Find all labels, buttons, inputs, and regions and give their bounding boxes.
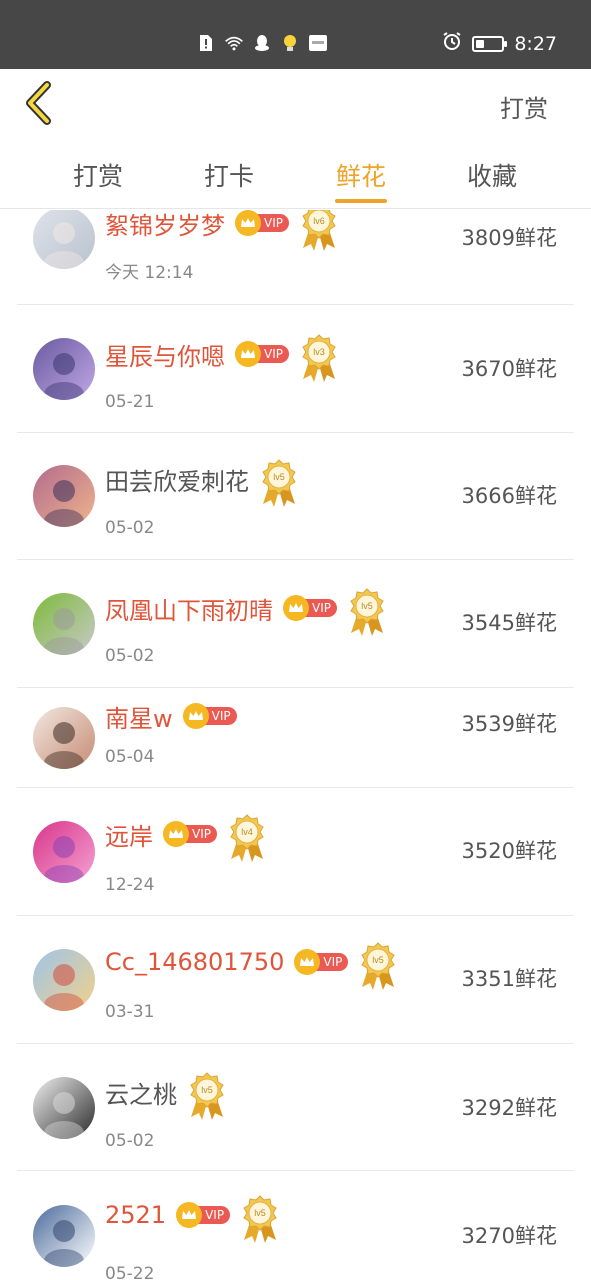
vip-badge: VIP bbox=[163, 821, 217, 847]
timestamp: 05-02 bbox=[105, 1131, 155, 1151]
tab-flowers[interactable]: 鲜花 bbox=[306, 157, 416, 193]
qq-icon bbox=[252, 33, 272, 53]
flower-count: 3351鲜花 bbox=[461, 967, 557, 991]
tab-favorites[interactable]: 收藏 bbox=[437, 157, 547, 193]
crown-icon bbox=[182, 703, 209, 729]
vip-badge: VIP bbox=[182, 703, 237, 729]
crown-icon bbox=[283, 595, 309, 621]
alarm-icon bbox=[442, 31, 462, 56]
status-icons bbox=[196, 33, 328, 53]
level-medal-icon: lv6 bbox=[299, 210, 339, 252]
crown-icon bbox=[176, 1202, 203, 1228]
level-medal-icon: lv5 bbox=[358, 941, 398, 991]
avatar[interactable] bbox=[33, 1077, 95, 1139]
avatar[interactable] bbox=[33, 338, 95, 400]
avatar[interactable] bbox=[33, 821, 95, 883]
tab-checkin[interactable]: 打卡 bbox=[174, 157, 284, 193]
list-item[interactable]: 2521 VIP lv5 05-22 3270鲜花 bbox=[17, 1171, 574, 1280]
list-item[interactable]: 田芸欣爱刺花 lv5 05-02 3666鲜花 bbox=[17, 433, 574, 560]
username[interactable]: 凤凰山下雨初晴 bbox=[105, 591, 273, 626]
chevron-left-icon bbox=[20, 81, 60, 129]
crown-icon bbox=[163, 821, 189, 847]
flower-count: 3809鲜花 bbox=[461, 226, 557, 250]
reward-action-button[interactable]: 打赏 bbox=[500, 89, 548, 124]
flower-count: 3539鲜花 bbox=[461, 712, 557, 736]
crown-icon bbox=[235, 210, 261, 236]
vip-badge: VIP bbox=[176, 1202, 231, 1228]
app-icon bbox=[308, 33, 328, 53]
username[interactable]: 2521 bbox=[105, 1201, 166, 1229]
timestamp: 今天 12:14 bbox=[105, 263, 194, 283]
timestamp: 05-21 bbox=[105, 392, 155, 412]
wifi-icon bbox=[224, 33, 244, 53]
level-medal-icon: lv5 bbox=[240, 1194, 280, 1244]
username[interactable]: 田芸欣爱刺花 bbox=[105, 462, 249, 497]
flower-count: 3520鲜花 bbox=[461, 839, 557, 863]
tab-reward[interactable]: 打赏 bbox=[43, 157, 153, 193]
list-item[interactable]: 南星w VIP 05-04 3539鲜花 bbox=[17, 688, 574, 788]
flower-count: 3292鲜花 bbox=[461, 1096, 557, 1120]
flower-count: 3545鲜花 bbox=[461, 611, 557, 635]
vip-badge: VIP bbox=[235, 210, 289, 236]
vip-badge: VIP bbox=[294, 949, 349, 975]
level-label: lv5 bbox=[254, 1208, 266, 1218]
flower-count: 3666鲜花 bbox=[461, 484, 557, 508]
avatar[interactable] bbox=[33, 949, 95, 1011]
vip-badge: VIP bbox=[235, 341, 289, 367]
status-time: 8:27 bbox=[514, 32, 557, 55]
flower-ranking-list: 絮锦岁岁梦 VIP lv6 今天 12:14 3809鲜花 星辰与你嗯 VIP lv… bbox=[0, 210, 591, 1280]
crown-icon bbox=[235, 341, 261, 367]
nav-bar: 打赏 bbox=[0, 69, 591, 139]
level-label: lv5 bbox=[373, 955, 385, 965]
avatar[interactable] bbox=[33, 593, 95, 655]
level-medal-icon: lv5 bbox=[347, 587, 387, 637]
timestamp: 05-04 bbox=[105, 747, 155, 767]
level-medal-icon: lv5 bbox=[187, 1071, 227, 1121]
status-bar: 8:27 bbox=[0, 0, 591, 69]
avatar[interactable] bbox=[33, 707, 95, 769]
timestamp: 05-02 bbox=[105, 518, 155, 538]
flower-count: 3670鲜花 bbox=[461, 357, 557, 381]
timestamp: 05-02 bbox=[105, 646, 155, 666]
avatar[interactable] bbox=[33, 465, 95, 527]
username[interactable]: 星辰与你嗯 bbox=[105, 337, 225, 372]
level-label: lv6 bbox=[313, 216, 325, 226]
username[interactable]: Cc_146801750 bbox=[105, 948, 284, 976]
avatar[interactable] bbox=[33, 210, 95, 269]
timestamp: 05-22 bbox=[105, 1264, 155, 1280]
flower-count: 3270鲜花 bbox=[461, 1224, 557, 1248]
list-item[interactable]: Cc_146801750 VIP lv5 03-31 3351鲜花 bbox=[17, 916, 574, 1044]
level-medal-icon: lv4 bbox=[227, 813, 267, 863]
list-item[interactable]: 絮锦岁岁梦 VIP lv6 今天 12:14 3809鲜花 bbox=[17, 210, 574, 305]
timestamp: 03-31 bbox=[105, 1002, 155, 1022]
username[interactable]: 絮锦岁岁梦 bbox=[105, 210, 225, 241]
list-item[interactable]: 凤凰山下雨初晴 VIP lv5 05-02 3545鲜花 bbox=[17, 560, 574, 688]
battery-icon bbox=[472, 35, 508, 52]
active-tab-indicator bbox=[335, 199, 387, 203]
vip-badge: VIP bbox=[283, 595, 337, 621]
level-label: lv3 bbox=[313, 347, 325, 357]
username[interactable]: 南星w bbox=[105, 699, 173, 734]
level-label: lv4 bbox=[241, 827, 253, 837]
avatar[interactable] bbox=[33, 1205, 95, 1267]
list-item[interactable]: 星辰与你嗯 VIP lv3 05-21 3670鲜花 bbox=[17, 306, 574, 433]
back-button[interactable] bbox=[20, 81, 60, 125]
list-item[interactable]: 云之桃 lv5 05-02 3292鲜花 bbox=[17, 1044, 574, 1171]
username[interactable]: 云之桃 bbox=[105, 1075, 177, 1110]
timestamp: 12-24 bbox=[105, 875, 155, 895]
level-medal-icon: lv5 bbox=[259, 458, 299, 508]
username[interactable]: 远岸 bbox=[105, 817, 153, 852]
level-label: lv5 bbox=[201, 1085, 213, 1095]
crown-icon bbox=[294, 949, 321, 975]
level-medal-icon: lv3 bbox=[299, 333, 339, 383]
level-label: lv5 bbox=[273, 472, 285, 482]
tab-bar: 打赏 打卡 鲜花 收藏 bbox=[0, 139, 591, 209]
list-item[interactable]: 远岸 VIP lv4 12-24 3520鲜花 bbox=[17, 788, 574, 916]
level-label: lv5 bbox=[361, 601, 373, 611]
bulb-icon bbox=[280, 33, 300, 53]
sim-alert-icon bbox=[196, 33, 216, 53]
status-right: 8:27 bbox=[442, 31, 557, 56]
